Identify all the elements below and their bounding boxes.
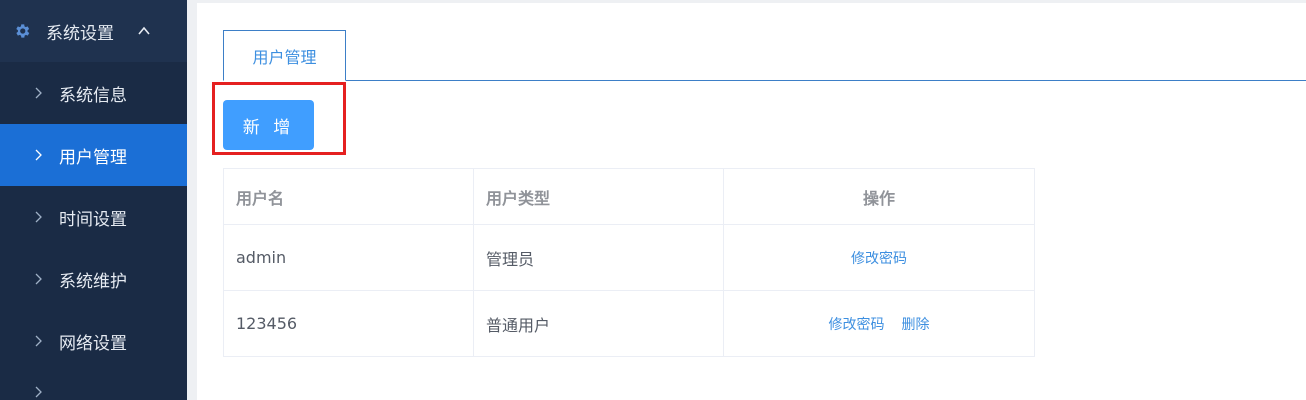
cell-username: 123456 [223, 290, 474, 357]
sidebar-group-label: 系统设置 [46, 23, 114, 44]
column-header-actions: 操作 [723, 168, 1035, 225]
tab-bar: 用户管理 [223, 30, 1306, 81]
change-password-link[interactable]: 修改密码 [851, 251, 907, 267]
cell-user-type: 普通用户 [473, 290, 724, 357]
delete-link[interactable]: 删除 [902, 317, 930, 333]
sidebar-item-user-management[interactable]: 用户管理 [0, 124, 187, 186]
add-button[interactable]: 新 增 [223, 100, 314, 150]
cell-actions: 修改密码 删除 [723, 290, 1035, 357]
sidebar-item-label: 用户管理 [59, 147, 127, 168]
sidebar-item-label: 时间设置 [59, 209, 127, 230]
sidebar-item-label: 网络设置 [59, 333, 127, 354]
table-header-row: 用户名 用户类型 操作 [223, 168, 1035, 225]
sidebar-item-label: 系统维护 [59, 271, 127, 292]
sidebar-item-system-maintenance[interactable]: 系统维护 [0, 248, 187, 310]
sidebar-group-system-settings[interactable]: 系统设置 [0, 0, 187, 62]
main-panel: 用户管理 新 增 用户名 用户类型 操作 admin 管理员 修改密码 1234… [197, 3, 1306, 400]
column-header-username: 用户名 [223, 168, 474, 225]
sidebar-item-network-settings[interactable]: 网络设置 [0, 310, 187, 372]
sidebar-item-cutoff[interactable] [0, 372, 187, 400]
chevron-right-icon [33, 86, 43, 100]
sidebar-item-system-info[interactable]: 系统信息 [0, 62, 187, 124]
cell-actions: 修改密码 [723, 224, 1035, 291]
tab-user-management[interactable]: 用户管理 [223, 30, 346, 81]
chevron-up-icon [136, 23, 152, 39]
chevron-right-icon [33, 334, 43, 348]
gear-icon [12, 21, 32, 41]
sidebar-item-time-settings[interactable]: 时间设置 [0, 186, 187, 248]
cell-username: admin [223, 224, 474, 291]
column-header-user-type: 用户类型 [473, 168, 724, 225]
chevron-right-icon [33, 148, 43, 162]
user-table: 用户名 用户类型 操作 admin 管理员 修改密码 123456 普通用户 修… [223, 168, 1035, 357]
cell-user-type: 管理员 [473, 224, 724, 291]
sidebar: 系统设置 系统信息 用户管理 时间设置 系统维护 网络设置 [0, 0, 187, 400]
sidebar-item-label: 系统信息 [59, 85, 127, 106]
chevron-right-icon [33, 210, 43, 224]
table-row: 123456 普通用户 修改密码 删除 [223, 290, 1035, 357]
table-row: admin 管理员 修改密码 [223, 224, 1035, 291]
chevron-right-icon [33, 272, 43, 286]
chevron-right-icon [33, 385, 43, 399]
change-password-link[interactable]: 修改密码 [828, 317, 884, 333]
